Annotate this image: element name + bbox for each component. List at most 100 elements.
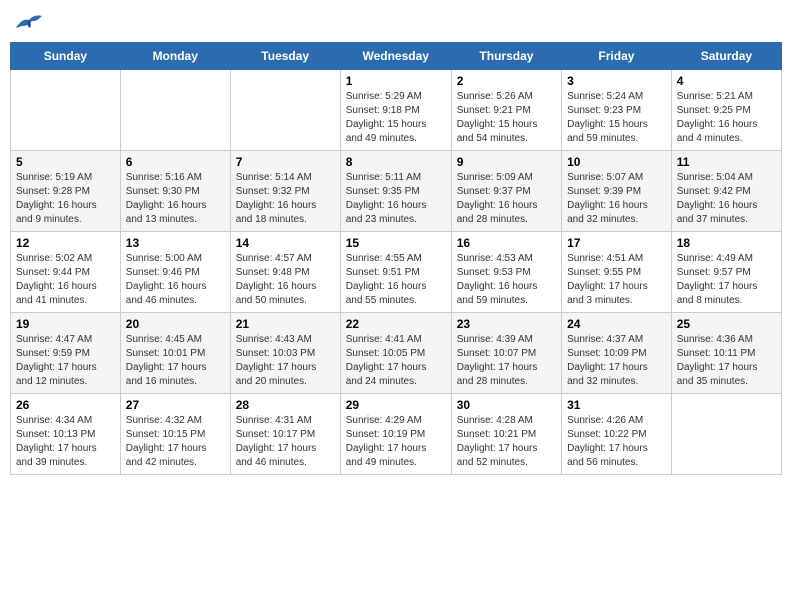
day-number: 1 xyxy=(346,74,446,88)
calendar-week-row: 5 Sunrise: 5:19 AMSunset: 9:28 PMDaylight… xyxy=(11,151,782,232)
calendar-cell: 15 Sunrise: 4:55 AMSunset: 9:51 PMDayligh… xyxy=(340,232,451,313)
calendar-cell: 27 Sunrise: 4:32 AMSunset: 10:15 PMDaylig… xyxy=(120,394,230,475)
calendar-week-row: 12 Sunrise: 5:02 AMSunset: 9:44 PMDayligh… xyxy=(11,232,782,313)
day-number: 24 xyxy=(567,317,666,331)
logo-bird-icon xyxy=(14,10,44,34)
day-number: 16 xyxy=(457,236,556,250)
day-info: Sunrise: 4:28 AMSunset: 10:21 PMDaylight… xyxy=(457,414,556,470)
calendar-week-row: 1 Sunrise: 5:29 AMSunset: 9:18 PMDaylight… xyxy=(11,70,782,151)
day-info: Sunrise: 5:04 AMSunset: 9:42 PMDaylight:… xyxy=(677,171,776,227)
day-info: Sunrise: 4:43 AMSunset: 10:03 PMDaylight… xyxy=(236,333,335,389)
day-info: Sunrise: 5:16 AMSunset: 9:30 PMDaylight:… xyxy=(126,171,225,227)
calendar-cell: 19Sunrise: 4:47 AMSunset: 9:59 PMDayligh… xyxy=(11,313,121,394)
day-info: Sunrise: 5:19 AMSunset: 9:28 PMDaylight:… xyxy=(16,171,115,227)
day-info: Sunrise: 5:29 AMSunset: 9:18 PMDaylight:… xyxy=(346,90,446,146)
calendar-cell: 12 Sunrise: 5:02 AMSunset: 9:44 PMDayligh… xyxy=(11,232,121,313)
calendar-cell: 8 Sunrise: 5:11 AMSunset: 9:35 PMDaylight… xyxy=(340,151,451,232)
calendar-cell: 22 Sunrise: 4:41 AMSunset: 10:05 PMDaylig… xyxy=(340,313,451,394)
day-info: Sunrise: 5:14 AMSunset: 9:32 PMDaylight:… xyxy=(236,171,335,227)
day-number: 7 xyxy=(236,155,335,169)
calendar-cell: 31 Sunrise: 4:26 AMSunset: 10:22 PMDaylig… xyxy=(562,394,672,475)
calendar-cell xyxy=(671,394,781,475)
day-number: 10 xyxy=(567,155,666,169)
day-info: Sunrise: 5:11 AMSunset: 9:35 PMDaylight:… xyxy=(346,171,446,227)
day-info: Sunrise: 4:26 AMSunset: 10:22 PMDaylight… xyxy=(567,414,666,470)
day-info: Sunrise: 4:39 AMSunset: 10:07 PMDaylight… xyxy=(457,333,556,389)
day-number: 8 xyxy=(346,155,446,169)
day-info: Sunrise: 5:09 AMSunset: 9:37 PMDaylight:… xyxy=(457,171,556,227)
calendar-cell: 14 Sunrise: 4:57 AMSunset: 9:48 PMDayligh… xyxy=(230,232,340,313)
calendar-header-row: SundayMondayTuesdayWednesdayThursdayFrid… xyxy=(11,43,782,70)
calendar-cell: 29Sunrise: 4:29 AMSunset: 10:19 PMDaylig… xyxy=(340,394,451,475)
calendar-cell: 28 Sunrise: 4:31 AMSunset: 10:17 PMDaylig… xyxy=(230,394,340,475)
day-number: 21 xyxy=(236,317,335,331)
calendar-cell: 6 Sunrise: 5:16 AMSunset: 9:30 PMDaylight… xyxy=(120,151,230,232)
day-info: Sunrise: 4:53 AMSunset: 9:53 PMDaylight:… xyxy=(457,252,556,308)
calendar-cell xyxy=(230,70,340,151)
day-number: 31 xyxy=(567,398,666,412)
weekday-header: Monday xyxy=(120,43,230,70)
calendar-cell: 17Sunrise: 4:51 AMSunset: 9:55 PMDayligh… xyxy=(562,232,672,313)
day-number: 25 xyxy=(677,317,776,331)
day-info: Sunrise: 4:36 AMSunset: 10:11 PMDaylight… xyxy=(677,333,776,389)
day-number: 28 xyxy=(236,398,335,412)
day-info: Sunrise: 5:26 AMSunset: 9:21 PMDaylight:… xyxy=(457,90,556,146)
calendar-cell: 20 Sunrise: 4:45 AMSunset: 10:01 PMDaylig… xyxy=(120,313,230,394)
weekday-header: Friday xyxy=(562,43,672,70)
day-info: Sunrise: 4:34 AMSunset: 10:13 PMDaylight… xyxy=(16,414,115,470)
calendar-table: SundayMondayTuesdayWednesdayThursdayFrid… xyxy=(10,42,782,475)
day-number: 26 xyxy=(16,398,115,412)
day-number: 18 xyxy=(677,236,776,250)
day-number: 5 xyxy=(16,155,115,169)
calendar-cell: 5 Sunrise: 5:19 AMSunset: 9:28 PMDaylight… xyxy=(11,151,121,232)
day-number: 9 xyxy=(457,155,556,169)
calendar-cell: 24 Sunrise: 4:37 AMSunset: 10:09 PMDaylig… xyxy=(562,313,672,394)
day-info: Sunrise: 4:57 AMSunset: 9:48 PMDaylight:… xyxy=(236,252,335,308)
day-info: Sunrise: 4:45 AMSunset: 10:01 PMDaylight… xyxy=(126,333,225,389)
page-header xyxy=(10,10,782,34)
day-info: Sunrise: 4:55 AMSunset: 9:51 PMDaylight:… xyxy=(346,252,446,308)
weekday-header: Saturday xyxy=(671,43,781,70)
day-info: Sunrise: 5:21 AMSunset: 9:25 PMDaylight:… xyxy=(677,90,776,146)
calendar-cell xyxy=(120,70,230,151)
day-number: 6 xyxy=(126,155,225,169)
day-number: 13 xyxy=(126,236,225,250)
day-number: 22 xyxy=(346,317,446,331)
day-number: 12 xyxy=(16,236,115,250)
calendar-cell: 11Sunrise: 5:04 AMSunset: 9:42 PMDayligh… xyxy=(671,151,781,232)
day-number: 27 xyxy=(126,398,225,412)
day-info: Sunrise: 4:41 AMSunset: 10:05 PMDaylight… xyxy=(346,333,446,389)
day-number: 14 xyxy=(236,236,335,250)
day-info: Sunrise: 5:02 AMSunset: 9:44 PMDaylight:… xyxy=(16,252,115,308)
calendar-cell: 13 Sunrise: 5:00 AMSunset: 9:46 PMDayligh… xyxy=(120,232,230,313)
day-number: 23 xyxy=(457,317,556,331)
calendar-cell: 25 Sunrise: 4:36 AMSunset: 10:11 PMDaylig… xyxy=(671,313,781,394)
day-info: Sunrise: 4:37 AMSunset: 10:09 PMDaylight… xyxy=(567,333,666,389)
day-info: Sunrise: 4:31 AMSunset: 10:17 PMDaylight… xyxy=(236,414,335,470)
calendar-cell: 18Sunrise: 4:49 AMSunset: 9:57 PMDayligh… xyxy=(671,232,781,313)
day-info: Sunrise: 4:29 AMSunset: 10:19 PMDaylight… xyxy=(346,414,446,470)
day-number: 17 xyxy=(567,236,666,250)
day-number: 20 xyxy=(126,317,225,331)
weekday-header: Sunday xyxy=(11,43,121,70)
calendar-cell: 21 Sunrise: 4:43 AMSunset: 10:03 PMDaylig… xyxy=(230,313,340,394)
calendar-week-row: 26 Sunrise: 4:34 AMSunset: 10:13 PMDaylig… xyxy=(11,394,782,475)
day-number: 19 xyxy=(16,317,115,331)
day-number: 3 xyxy=(567,74,666,88)
weekday-header: Wednesday xyxy=(340,43,451,70)
day-number: 15 xyxy=(346,236,446,250)
weekday-header: Tuesday xyxy=(230,43,340,70)
day-info: Sunrise: 4:32 AMSunset: 10:15 PMDaylight… xyxy=(126,414,225,470)
calendar-cell: 23 Sunrise: 4:39 AMSunset: 10:07 PMDaylig… xyxy=(451,313,561,394)
calendar-cell: 3 Sunrise: 5:24 AMSunset: 9:23 PMDaylight… xyxy=(562,70,672,151)
day-number: 2 xyxy=(457,74,556,88)
calendar-cell: 2 Sunrise: 5:26 AMSunset: 9:21 PMDaylight… xyxy=(451,70,561,151)
calendar-cell: 9 Sunrise: 5:09 AMSunset: 9:37 PMDaylight… xyxy=(451,151,561,232)
logo xyxy=(14,10,48,34)
calendar-cell: 30Sunrise: 4:28 AMSunset: 10:21 PMDaylig… xyxy=(451,394,561,475)
day-info: Sunrise: 5:00 AMSunset: 9:46 PMDaylight:… xyxy=(126,252,225,308)
calendar-cell: 1 Sunrise: 5:29 AMSunset: 9:18 PMDaylight… xyxy=(340,70,451,151)
day-info: Sunrise: 5:24 AMSunset: 9:23 PMDaylight:… xyxy=(567,90,666,146)
calendar-cell: 16 Sunrise: 4:53 AMSunset: 9:53 PMDayligh… xyxy=(451,232,561,313)
day-info: Sunrise: 5:07 AMSunset: 9:39 PMDaylight:… xyxy=(567,171,666,227)
